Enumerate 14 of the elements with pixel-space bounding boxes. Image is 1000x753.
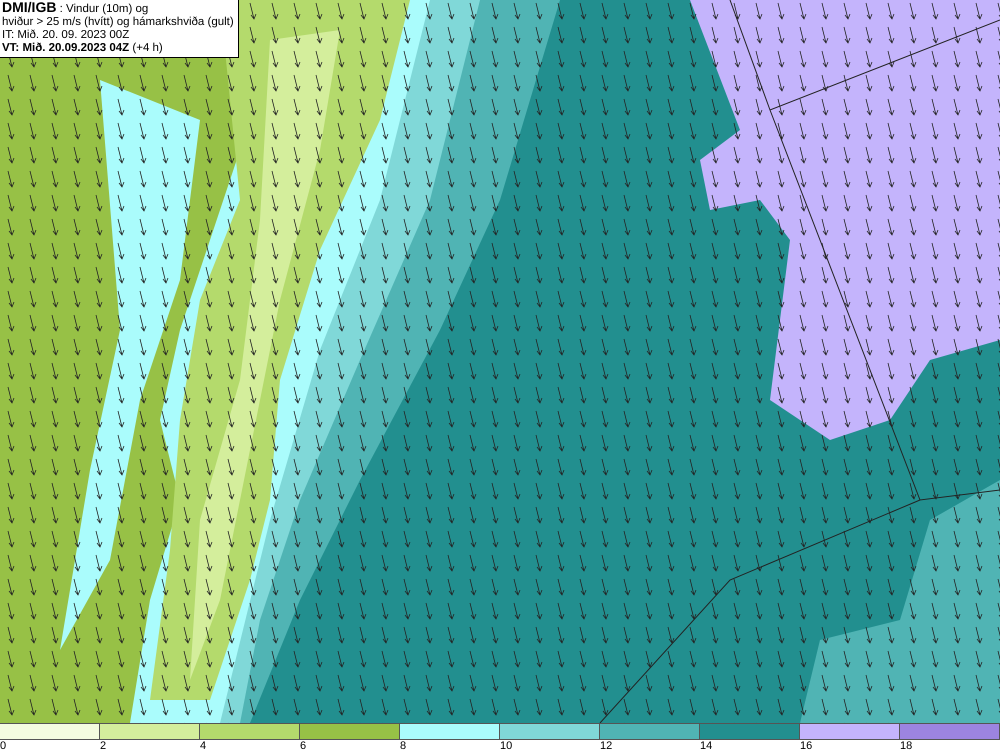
- scale-label: 14: [700, 740, 712, 752]
- scale-label: 2: [100, 740, 106, 752]
- scale-label: 18: [900, 740, 912, 752]
- scale-label: 4: [200, 740, 206, 752]
- info-text: IT: Mið. 20. 09. 2023 00Z: [2, 29, 130, 42]
- scale-label: 12: [600, 740, 612, 752]
- scale-label: 16: [800, 740, 812, 752]
- info-text: hviður > 25 m/s (hvítt) og hámarkshviða (gult): [2, 16, 234, 29]
- scale-label: 6: [300, 740, 306, 752]
- scale-label: 8: [400, 740, 406, 752]
- info-text: VT: Mið. 20.09.2023 04Z (+4 h): [2, 42, 164, 55]
- scale-label: 10: [500, 740, 512, 752]
- scale-label: 0: [0, 740, 6, 752]
- info-text: DMI/IGB : Vindur (10m) og: [2, 1, 150, 16]
